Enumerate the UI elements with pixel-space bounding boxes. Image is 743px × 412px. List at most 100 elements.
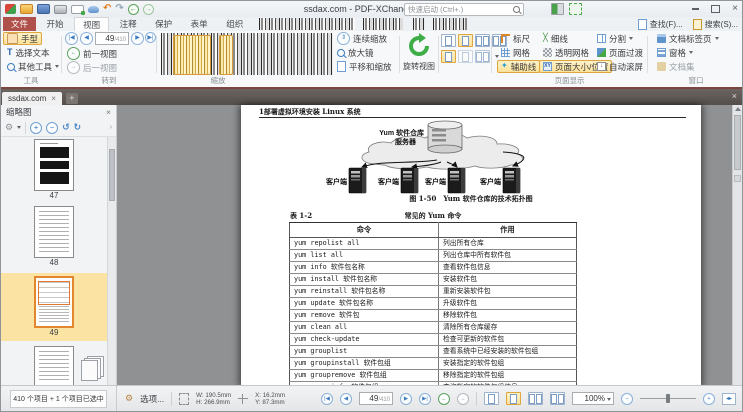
pan-zoom-button[interactable]: 平移和缩放 [333, 60, 396, 73]
table-title-row: 表 1-2 常见的 Yum 命令 [289, 211, 577, 220]
two-pages-continuous-icon[interactable] [550, 392, 565, 405]
page-number-input[interactable]: 49/410 [359, 392, 393, 405]
new-tab-button[interactable]: + [66, 93, 78, 104]
other-tools-button[interactable]: 其他工具 [3, 60, 63, 73]
transparency-grid-button[interactable]: 透明网格 [539, 46, 593, 59]
hand-tool-button[interactable]: 手型 [3, 32, 42, 45]
zoom-in-thumbs-icon[interactable]: + [30, 122, 42, 134]
tab-comment[interactable]: 注释 [112, 17, 145, 31]
continuous-zoom-button[interactable]: ⇕ 连续缩放 [333, 32, 391, 45]
zoom-out-icon[interactable]: − [621, 393, 633, 405]
thumbnails-scrollbar[interactable] [107, 137, 116, 385]
zoom-slider[interactable] [640, 392, 696, 405]
document-view[interactable]: 1部署虚拟环境安装 Linux 系统 [117, 105, 742, 385]
panes-button[interactable]: 窗格 [653, 46, 697, 59]
thumbnail-page-49-selected[interactable]: 49 [1, 273, 107, 341]
document-scrollbar[interactable] [732, 105, 742, 385]
scrollbar-mark[interactable] [734, 175, 741, 182]
grid-button[interactable]: 网格 [497, 46, 534, 59]
cover-mode-icon[interactable] [475, 50, 490, 63]
scroll-up-icon[interactable] [735, 107, 741, 111]
ruler-button[interactable]: 标尺 [497, 32, 534, 45]
tabbar-close-icon[interactable]: × [732, 91, 737, 101]
print-icon[interactable] [54, 5, 67, 14]
options-button[interactable]: 选项... [140, 393, 164, 405]
first-page-icon[interactable]: |◀ [65, 32, 78, 45]
fit-width-icon[interactable]: ◂▸ [722, 393, 736, 405]
last-page-icon[interactable]: ▶| [145, 32, 156, 43]
rotate-view-icon[interactable] [406, 33, 432, 59]
redo-icon[interactable]: ↷ [115, 4, 123, 14]
page-transitions-button[interactable]: 页面过渡 [593, 46, 647, 59]
document-tab[interactable]: ssdax.com × [2, 92, 62, 105]
email-icon[interactable] [71, 5, 84, 14]
tab-file[interactable]: 文件 [3, 17, 36, 31]
single-page-icon[interactable] [484, 392, 499, 405]
continuous-page-icon[interactable] [458, 34, 473, 47]
tab-organize[interactable]: 组织 [218, 17, 251, 31]
close-document-icon[interactable]: × [51, 94, 56, 103]
fullscreen-icon[interactable] [569, 3, 582, 15]
quick-launch-input[interactable]: 快速启动 (Ctrl+.) [404, 3, 524, 16]
zoom-out-thumbs-icon[interactable]: − [46, 122, 58, 134]
thumbnail-page-48[interactable]: 48 [1, 206, 107, 268]
next-view-icon[interactable]: → [457, 393, 469, 405]
continuous-page-icon[interactable] [506, 392, 521, 405]
next-view-button[interactable]: → 后一视图 [63, 61, 121, 74]
group-label-page-display: 页面显示 [493, 75, 646, 86]
ui-options-icon[interactable] [551, 3, 564, 15]
guides-button[interactable]: ✦ 辅助线 [497, 60, 540, 73]
zoom-in-icon[interactable]: + [703, 393, 715, 405]
prev-page-icon[interactable]: ◀ [80, 32, 93, 45]
prev-page-icon[interactable]: ◀ [340, 393, 352, 405]
open-icon[interactable] [20, 4, 33, 14]
two-pages-icon[interactable] [528, 392, 543, 405]
tab-home[interactable]: 开始 [39, 17, 72, 31]
split-button[interactable]: 分割 [593, 32, 637, 45]
layout-option-icon[interactable] [458, 50, 473, 63]
document-tabs-button[interactable]: 文档标签页 [653, 32, 723, 45]
last-page-icon[interactable]: ▶| [419, 393, 431, 405]
save-icon[interactable] [37, 4, 50, 14]
minimize-button[interactable] [692, 8, 699, 10]
thumbnail-page-47[interactable]: 47 [1, 139, 107, 201]
thumbnail-page-50-partial[interactable] [1, 346, 107, 385]
next-page-icon[interactable]: ▶ [400, 393, 412, 405]
two-pages-icon[interactable] [475, 34, 490, 47]
search-button[interactable]: 搜索(S)... [693, 19, 738, 30]
select-text-button[interactable]: T 选择文本 [3, 46, 54, 59]
rotate-ccw-icon[interactable]: ↺ [62, 123, 70, 132]
cloud-icon[interactable] [88, 6, 99, 13]
options-gear-icon[interactable]: ⚙ [125, 394, 133, 403]
first-page-icon[interactable]: |◀ [321, 393, 333, 405]
tab-form[interactable]: 表单 [183, 17, 216, 31]
close-panel-icon[interactable]: × [106, 107, 111, 117]
document-set-button[interactable]: 文档集 [653, 60, 699, 73]
tab-protect[interactable]: 保护 [147, 17, 180, 31]
maximize-button[interactable] [711, 5, 720, 13]
chevron-down-icon[interactable] [17, 126, 21, 129]
zoom-level-select[interactable]: 100% [572, 392, 614, 405]
rotate-cw-icon[interactable]: ↻ [74, 123, 82, 132]
tab-view[interactable]: 视图 [74, 17, 109, 31]
current-view-rectangle[interactable] [38, 281, 70, 305]
loupe-button[interactable]: 放大镜 [333, 46, 378, 59]
undo-icon[interactable]: ↶ [103, 4, 111, 14]
single-page-icon[interactable] [441, 34, 456, 47]
previous-view-icon[interactable]: ← [438, 393, 450, 405]
layout-option-icon[interactable] [441, 50, 456, 63]
previous-view-button[interactable]: ← 前一视图 [63, 47, 121, 60]
more-tools-icon[interactable]: › [110, 124, 112, 131]
gear-icon[interactable]: ⚙ [5, 123, 13, 132]
page-number-input[interactable]: 49/410 [95, 32, 129, 45]
find-button[interactable]: 查找(F)... [638, 19, 683, 30]
history-forward-icon[interactable]: → [143, 4, 154, 15]
zoom-slider-knob[interactable] [666, 394, 670, 403]
close-button[interactable]: × [732, 4, 738, 14]
history-back-icon[interactable]: ← [128, 4, 139, 15]
next-page-icon[interactable]: ▶ [131, 32, 144, 45]
scrollbar-thumb[interactable] [734, 115, 741, 170]
thin-lines-button[interactable]: ╳ 细线 [539, 32, 572, 45]
scrollbar-thumb[interactable] [109, 149, 115, 201]
auto-scroll-button[interactable]: ↓ 自动滚屏 [593, 60, 647, 73]
